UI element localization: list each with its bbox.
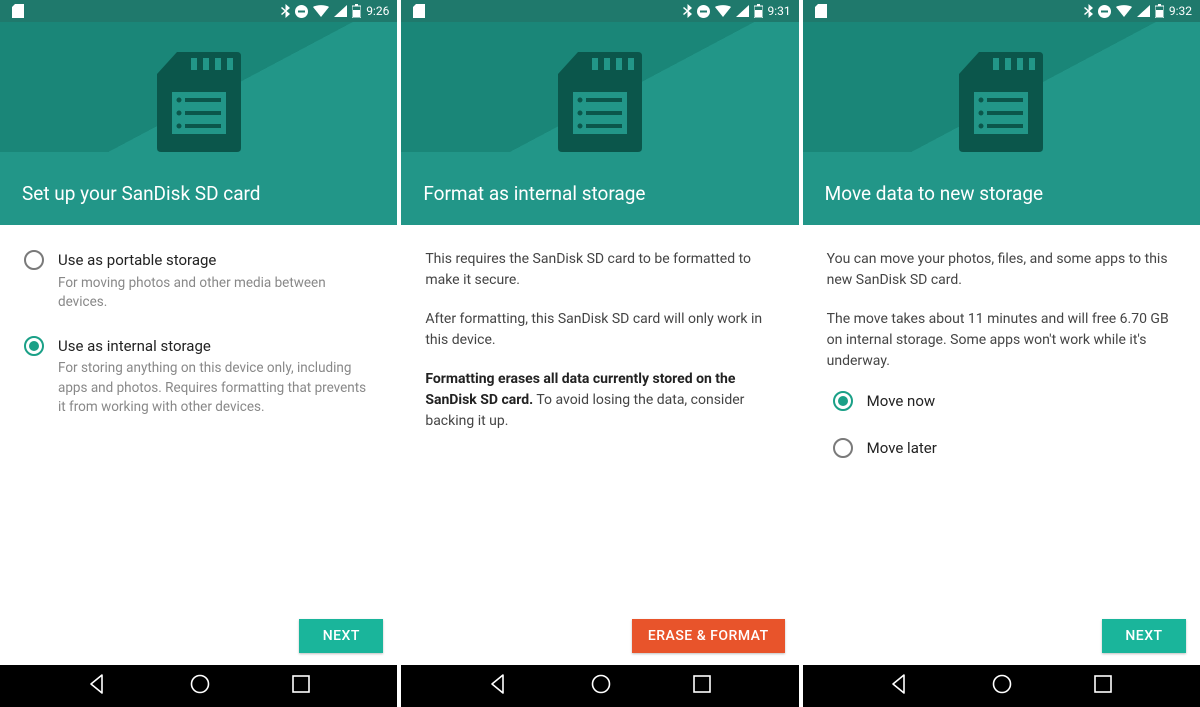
home-icon[interactable] (991, 673, 1013, 699)
sd-card-indicator-icon (413, 4, 425, 18)
home-icon[interactable] (590, 673, 612, 699)
dnd-icon (1098, 5, 1111, 18)
dnd-icon (295, 5, 308, 18)
screen-format: 9:31 Format as internal storage This req… (401, 0, 798, 707)
next-button[interactable]: NEXT (299, 619, 383, 653)
status-time: 9:26 (366, 4, 389, 18)
footer: ERASE & FORMAT (401, 607, 798, 665)
header: Move data to new storage (803, 22, 1200, 225)
paragraph: This requires the SanDisk SD card to be … (425, 249, 774, 291)
wifi-icon (715, 5, 731, 17)
content: This requires the SanDisk SD card to be … (401, 225, 798, 607)
signal-icon (334, 5, 347, 17)
navbar (0, 665, 397, 707)
option-title: Move later (867, 437, 937, 460)
status-time: 9:32 (1169, 4, 1192, 18)
header: Set up your SanDisk SD card (0, 22, 397, 225)
page-title: Set up your SanDisk SD card (0, 170, 397, 225)
status-bar: 9:26 (0, 0, 397, 22)
option-title: Use as portable storage (58, 249, 373, 272)
option-internal-storage[interactable]: Use as internal storage For storing anyt… (24, 335, 373, 418)
screen-move-data: 9:32 Move data to new storage You can mo… (803, 0, 1200, 707)
sd-card-icon (157, 52, 241, 156)
radio-unchecked-icon (833, 438, 853, 458)
paragraph: You can move your photos, files, and som… (827, 249, 1176, 291)
back-icon[interactable] (488, 673, 510, 699)
next-button[interactable]: NEXT (1102, 619, 1186, 653)
page-title: Format as internal storage (401, 170, 798, 225)
bluetooth-icon (1084, 4, 1093, 18)
dnd-icon (697, 5, 710, 18)
navbar (401, 665, 798, 707)
bluetooth-icon (683, 4, 692, 18)
status-time: 9:31 (768, 4, 791, 18)
paragraph: The move takes about 11 minutes and will… (827, 309, 1176, 372)
sd-card-icon (959, 52, 1043, 156)
signal-icon (1137, 5, 1150, 17)
radio-unchecked-icon (24, 250, 44, 270)
screen-setup: 9:26 Set up your SanDisk SD card Use as … (0, 0, 397, 707)
home-icon[interactable] (189, 673, 211, 699)
status-bar: 9:32 (803, 0, 1200, 22)
option-desc: For moving photos and other media betwee… (58, 274, 373, 313)
navbar (803, 665, 1200, 707)
recents-icon[interactable] (291, 674, 311, 698)
option-title: Move now (867, 390, 936, 413)
option-move-now[interactable]: Move now (833, 390, 1176, 415)
back-icon[interactable] (889, 673, 911, 699)
option-desc: For storing anything on this device only… (58, 359, 373, 418)
recents-icon[interactable] (1093, 674, 1113, 698)
sd-card-icon (558, 52, 642, 156)
status-bar: 9:31 (401, 0, 798, 22)
content: You can move your photos, files, and som… (803, 225, 1200, 607)
wifi-icon (313, 5, 329, 17)
footer: NEXT (803, 607, 1200, 665)
content: Use as portable storage For moving photo… (0, 225, 397, 607)
battery-icon (1155, 4, 1164, 18)
wifi-icon (1116, 5, 1132, 17)
battery-icon (352, 4, 361, 18)
radio-checked-icon (24, 336, 44, 356)
paragraph: Formatting erases all data currently sto… (425, 369, 774, 432)
radio-checked-icon (833, 391, 853, 411)
page-title: Move data to new storage (803, 170, 1200, 225)
battery-icon (754, 4, 763, 18)
option-title: Use as internal storage (58, 335, 373, 358)
footer: NEXT (0, 607, 397, 665)
signal-icon (736, 5, 749, 17)
paragraph: After formatting, this SanDisk SD card w… (425, 309, 774, 351)
header: Format as internal storage (401, 22, 798, 225)
erase-format-button[interactable]: ERASE & FORMAT (632, 619, 785, 653)
option-portable-storage[interactable]: Use as portable storage For moving photo… (24, 249, 373, 313)
back-icon[interactable] (87, 673, 109, 699)
option-move-later[interactable]: Move later (833, 437, 1176, 462)
bluetooth-icon (281, 4, 290, 18)
sd-card-indicator-icon (12, 4, 24, 18)
recents-icon[interactable] (692, 674, 712, 698)
sd-card-indicator-icon (815, 4, 827, 18)
